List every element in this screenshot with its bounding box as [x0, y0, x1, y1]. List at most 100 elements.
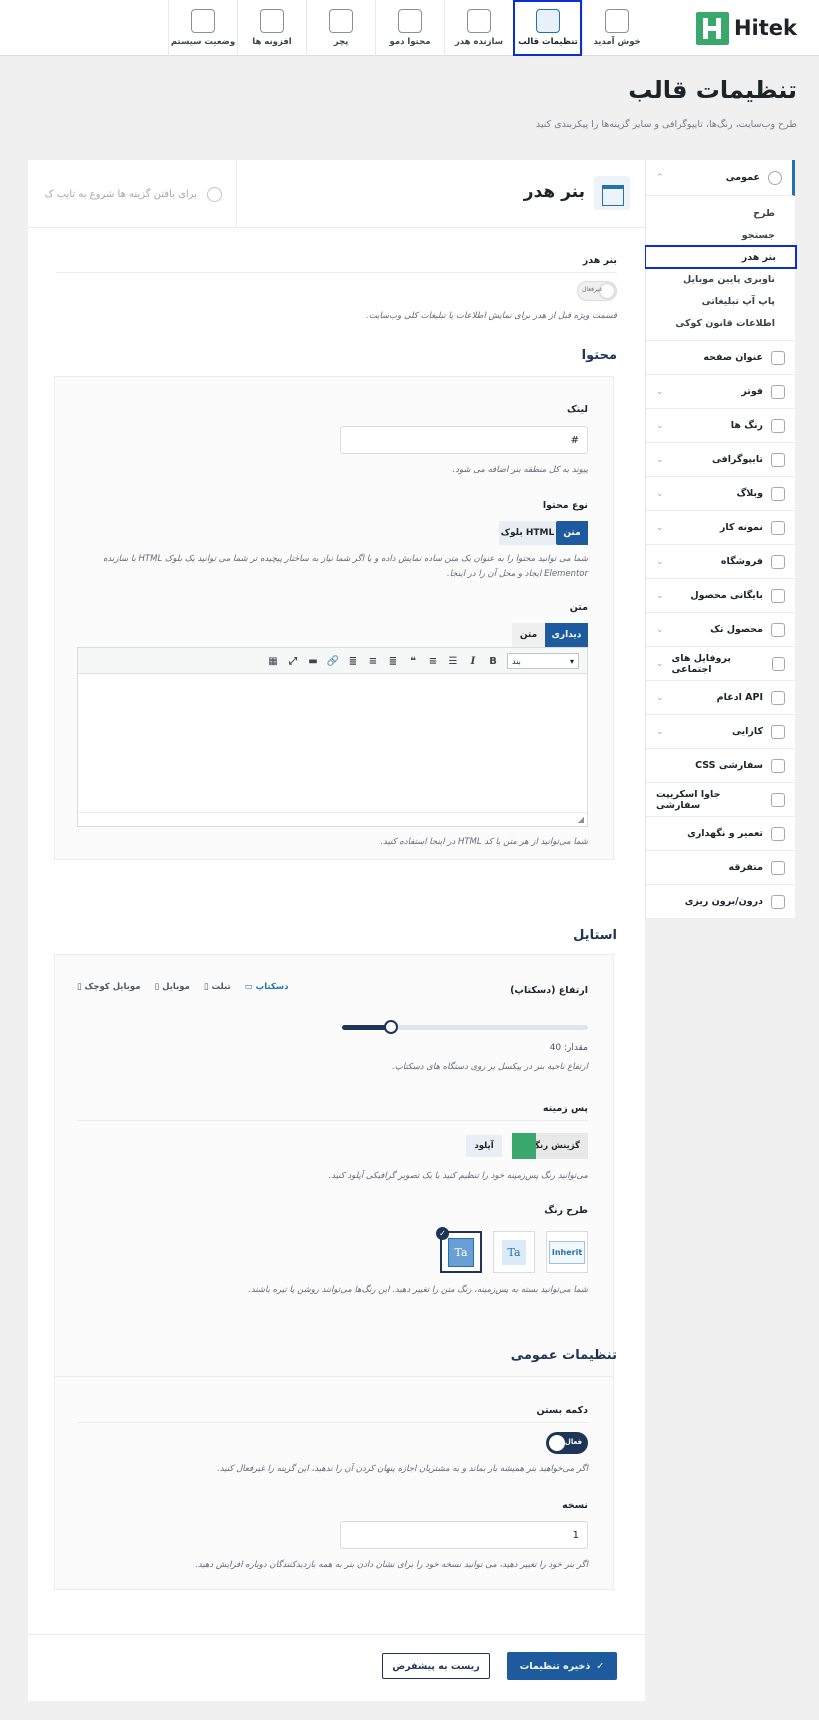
content-type-text-option[interactable]: متن: [556, 521, 588, 545]
nav-tab-1[interactable]: تنظیمات قالب: [513, 0, 582, 56]
sidebar-item-10[interactable]: ادغام API ⌄: [646, 681, 795, 715]
sidebar-item-label: عنوان صفحه: [703, 352, 763, 363]
nav-tab-0[interactable]: خوش آمدید: [582, 0, 651, 56]
sidebar-subitem-5[interactable]: اطلاعات قانون کوکی: [646, 312, 795, 334]
sidebar-item-16[interactable]: درون/برون ریزی: [646, 885, 795, 919]
close-button-label: دکمه بستن: [536, 1405, 589, 1416]
nav-tab-3[interactable]: محتوا دمو: [375, 0, 444, 56]
sidebar-item-6[interactable]: فروشگاه ⌄: [646, 545, 795, 579]
scheme-inherit-option[interactable]: Inherit: [546, 1231, 588, 1273]
sidebar-item-0[interactable]: عنوان صفحه: [646, 341, 795, 375]
panel-header: بنر هدر برای یافتن گزینه ها شروع به تایپ…: [28, 160, 645, 228]
content-type-help: شما می توانید محتوا را به عنوان یک متن س…: [103, 554, 588, 579]
link-input[interactable]: #: [340, 426, 588, 454]
resize-handle-icon[interactable]: ◢: [578, 815, 584, 824]
nav-tab-6[interactable]: وضعیت سیستم: [168, 0, 237, 56]
reset-defaults-button[interactable]: ریست به پیشفرض: [382, 1653, 490, 1679]
fullscreen-icon[interactable]: ⤢: [287, 655, 299, 667]
sidebar-item-14[interactable]: تعمیر و نگهداری: [646, 817, 795, 851]
toolbar-toggle-icon[interactable]: ▦: [267, 655, 279, 667]
device-small-mobile[interactable]: ▯ موبایل کوچک: [77, 982, 140, 992]
device-desktop[interactable]: ▭ دسکتاپ: [245, 982, 289, 992]
height-help: ارتفاع ناحیه بنر در پیکسل بر روی دستگاه …: [392, 1062, 588, 1072]
device-mobile[interactable]: ▯ موبایل: [154, 982, 189, 992]
sidebar-item-label: CSS سفارشی: [695, 760, 763, 771]
content-type-label: نوع محتوا: [542, 500, 588, 511]
sidebar-subitem-4[interactable]: پاپ آپ تبلیغاتی: [646, 290, 795, 312]
sidebar-item-7[interactable]: بایگانی محصول ⌄: [646, 579, 795, 613]
color-picker-button[interactable]: گزینش رنگ: [512, 1133, 588, 1159]
height-slider[interactable]: [342, 1020, 588, 1034]
content-section-title: محتوا: [581, 348, 617, 363]
slider-handle[interactable]: [384, 1020, 399, 1034]
bold-icon[interactable]: B: [487, 655, 499, 667]
search-icon: [207, 186, 222, 202]
banner-toggle[interactable]: غیرفعال: [577, 281, 617, 301]
sidebar-item-1[interactable]: فوتر ⌄: [646, 375, 795, 409]
sidebar-item-11[interactable]: کارایی ⌄: [646, 715, 795, 749]
nav-tab-2[interactable]: سازنده هدر: [444, 0, 513, 56]
page-subtitle: طرح وب‌سایت، رنگ‌ها، تایپوگرافی و سایر گ…: [535, 119, 797, 130]
sidebar-item-label: بایگانی محصول: [690, 590, 763, 601]
bullet-list-icon[interactable]: ☰: [447, 655, 459, 667]
blockquote-icon[interactable]: ❝: [407, 655, 419, 667]
sidebar-item-12[interactable]: CSS سفارشی: [646, 749, 795, 783]
check-icon: ✓: [436, 1227, 449, 1240]
nav-tab-label: پچر: [333, 37, 349, 47]
paragraph-format-select[interactable]: بند ▾: [507, 653, 579, 669]
sidebar-item-label: درون/برون ریزی: [684, 896, 763, 907]
align-center-icon[interactable]: ≡: [367, 655, 379, 667]
speedometer-icon: [771, 724, 785, 739]
sidebar-item-label: محصول تک: [710, 624, 763, 635]
color-scheme-help: شما می‌توانید بسته به پس‌زمینه، رنگ متن …: [248, 1285, 588, 1295]
sidebar-item-2[interactable]: رنگ ها ⌄: [646, 409, 795, 443]
upload-button[interactable]: آپلود: [466, 1135, 502, 1157]
banner-icon: [594, 176, 630, 210]
content-type-html-option[interactable]: بلوک HTML: [499, 521, 556, 545]
save-settings-button[interactable]: ذخیره تنظیمات ✓: [507, 1652, 617, 1680]
sidebar-item-3[interactable]: تایپوگرافی ⌄: [646, 443, 795, 477]
sidebar-item-label: جاوا اسکریپت سفارشی: [656, 788, 721, 811]
align-left-icon[interactable]: ≣: [387, 655, 399, 667]
align-right-icon[interactable]: ≣: [347, 655, 359, 667]
sidebar-item-8[interactable]: محصول تک ⌄: [646, 613, 795, 647]
nav-tab-5[interactable]: افزونه ها: [237, 0, 306, 56]
sidebar-item-4[interactable]: وبلاگ ⌄: [646, 477, 795, 511]
text-editor[interactable]: بند ▾ B I ☰ ≡ ❝ ≣ ≡ ≣ 🔗 ▬ ⤢ ▦ ◢: [77, 647, 588, 827]
file-download-icon: [398, 9, 422, 33]
sidebar-item-label: فوتر: [741, 386, 763, 397]
editor-tab-text[interactable]: متن: [512, 623, 545, 647]
blog-icon: [771, 486, 785, 501]
sidebar-item-general[interactable]: عمومی ⌃: [646, 160, 795, 196]
options-search[interactable]: برای یافتن گزینه ها شروع به تایپ ک: [28, 160, 237, 228]
sidebar-item-9[interactable]: پروفایل های اجتماعی ⌄: [646, 647, 795, 681]
read-more-icon[interactable]: ▬: [307, 655, 319, 667]
scheme-light-option[interactable]: Ta ✓: [436, 1227, 482, 1273]
editor-tab-visual[interactable]: دیداری: [545, 623, 588, 647]
sidebar-subitem-2[interactable]: بنر هدر: [644, 245, 797, 269]
chevron-down-icon: ⌄: [656, 658, 664, 669]
scheme-dark-option[interactable]: Ta: [493, 1231, 535, 1273]
link-icon[interactable]: 🔗: [327, 655, 339, 667]
close-button-toggle[interactable]: فعال: [546, 1432, 588, 1454]
js-file-icon: [771, 792, 785, 807]
nav-tab-label: وضعیت سیستم: [170, 37, 236, 47]
italic-icon[interactable]: I: [467, 655, 479, 667]
minus-circle-icon: [771, 860, 785, 875]
device-tablet[interactable]: ▯ تبلت: [204, 982, 231, 992]
numbered-list-icon[interactable]: ≡: [427, 655, 439, 667]
sidebar-subitem-1[interactable]: جستجو: [646, 224, 795, 246]
sidebar-item-13[interactable]: جاوا اسکریپت سفارشی: [646, 783, 795, 817]
brand-logo[interactable]: Hitek: [695, 11, 797, 45]
sidebar-item-5[interactable]: نمونه کار ⌄: [646, 511, 795, 545]
sidebar-item-label: عمومی: [725, 172, 760, 183]
sidebar-subitem-0[interactable]: طرح: [646, 202, 795, 224]
search-input[interactable]: برای یافتن گزینه ها شروع به تایپ ک: [45, 189, 197, 200]
palette-icon: [771, 418, 785, 433]
background-help: می‌توانید رنگ پس‌زمینه خود را تنظیم کنید…: [328, 1171, 588, 1181]
nav-tab-4[interactable]: پچر: [306, 0, 375, 56]
chevron-down-icon: ⌄: [656, 556, 664, 567]
version-input[interactable]: 1: [340, 1521, 588, 1549]
sidebar-subitem-3[interactable]: ناوبری پایین موبایل: [646, 268, 795, 290]
sidebar-item-15[interactable]: متفرقه: [646, 851, 795, 885]
